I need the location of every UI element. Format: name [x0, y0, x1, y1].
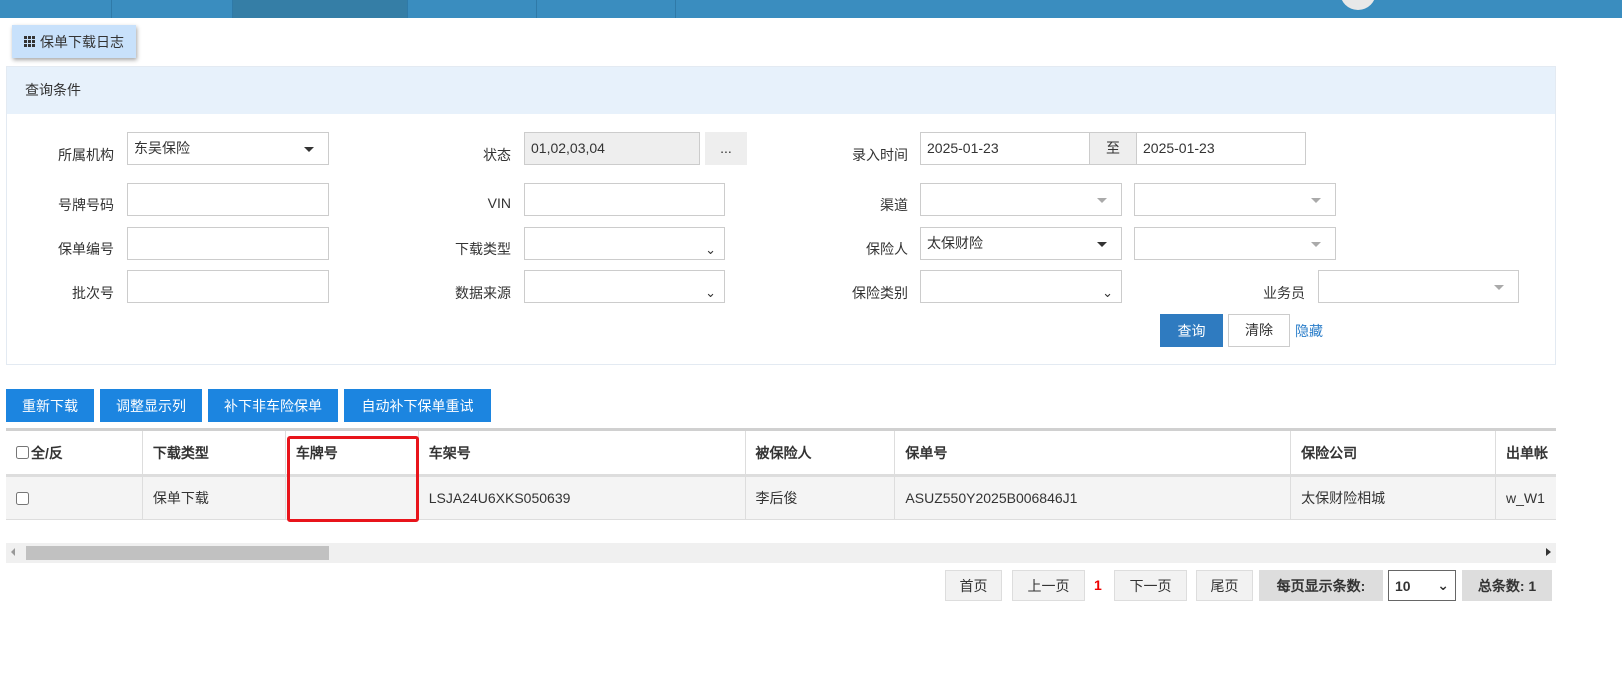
scrollbar-thumb[interactable]	[26, 546, 329, 560]
data-source-label: 数据来源	[455, 285, 511, 301]
policy-no-label: 保单编号	[58, 241, 114, 257]
horizontal-scrollbar[interactable]	[6, 543, 1556, 563]
user-avatar[interactable]	[1340, 0, 1376, 10]
status-input[interactable]: 01,02,03,04	[524, 132, 700, 165]
top-nav-bar	[0, 0, 1622, 18]
download-type-select[interactable]: ⌄	[524, 227, 725, 260]
select-all-header[interactable]: 全/反	[6, 431, 143, 474]
scroll-right-icon[interactable]	[1546, 548, 1551, 556]
dropdown-caret-icon	[1311, 198, 1321, 203]
auto-retry-button[interactable]: 自动补下保单重试	[344, 389, 491, 422]
chevron-down-icon: ⌄	[1437, 577, 1449, 593]
nav-tab[interactable]	[112, 0, 233, 18]
header-policy-no[interactable]: 保单号	[895, 431, 1292, 474]
salesman-label: 业务员	[1263, 285, 1305, 301]
query-panel-title: 查询条件	[7, 67, 1555, 114]
nav-tab-active[interactable]	[233, 0, 408, 18]
cell-company: 太保财险相城	[1291, 477, 1497, 519]
header-download-type[interactable]: 下载类型	[143, 431, 286, 474]
select-all-checkbox[interactable]	[16, 446, 29, 459]
page-tab[interactable]: 保单下载日志	[12, 25, 136, 58]
clear-button[interactable]: 清除	[1228, 314, 1290, 347]
cell-policy-no: ASUZ550Y2025B006846J1	[895, 477, 1292, 519]
row-checkbox-cell[interactable]	[6, 477, 143, 519]
insurer-label: 保险人	[866, 241, 908, 257]
search-button[interactable]: 查询	[1160, 314, 1223, 347]
dropdown-caret-icon	[1097, 242, 1107, 247]
insurance-type-label: 保险类别	[852, 285, 908, 301]
cell-download-type: 保单下载	[143, 477, 286, 519]
insurer-sub-select[interactable]	[1134, 227, 1336, 260]
salesman-select[interactable]	[1318, 270, 1519, 303]
nav-tab[interactable]	[537, 0, 676, 18]
entry-time-label: 录入时间	[852, 147, 908, 163]
table-row[interactable]: 保单下载 LSJA24U6XKS050639 李后俊 ASUZ550Y2025B…	[6, 477, 1556, 520]
plate-input[interactable]	[127, 183, 329, 216]
org-label: 所属机构	[58, 147, 114, 163]
hide-link[interactable]: 隐藏	[1295, 321, 1323, 341]
prev-page-button[interactable]: 上一页	[1012, 570, 1085, 601]
chevron-down-icon: ⌄	[705, 285, 716, 300]
download-type-label: 下载类型	[455, 241, 511, 257]
scroll-left-icon[interactable]	[11, 548, 15, 556]
dropdown-caret-icon	[1494, 285, 1504, 290]
first-page-button[interactable]: 首页	[945, 570, 1002, 601]
non-vehicle-download-button[interactable]: 补下非车险保单	[208, 389, 338, 422]
page-tab-label: 保单下载日志	[40, 33, 124, 50]
chevron-down-icon: ⌄	[705, 242, 716, 257]
adjust-columns-button[interactable]: 调整显示列	[100, 389, 202, 422]
header-issuer[interactable]: 出单帐	[1496, 431, 1556, 474]
date-from-input[interactable]: 2025-01-23	[920, 132, 1090, 165]
insurance-type-select[interactable]: ⌄	[920, 270, 1122, 303]
vin-input[interactable]	[524, 183, 725, 216]
current-page: 1	[1094, 577, 1102, 593]
nav-tab[interactable]	[0, 0, 112, 18]
dropdown-caret-icon	[1311, 242, 1321, 247]
chevron-down-icon: ⌄	[1102, 285, 1113, 300]
dropdown-caret-icon	[304, 147, 314, 152]
channel-sub-select[interactable]	[1134, 183, 1336, 216]
batch-input[interactable]	[127, 270, 329, 303]
channel-select[interactable]	[920, 183, 1122, 216]
date-to-input[interactable]: 2025-01-23	[1136, 132, 1306, 165]
cell-issuer: w_W1	[1506, 490, 1545, 506]
org-select[interactable]: 东吴保险	[127, 132, 329, 165]
redownload-button[interactable]: 重新下载	[6, 389, 94, 422]
next-page-button[interactable]: 下一页	[1114, 570, 1187, 601]
page-size-label: 每页显示条数:	[1259, 570, 1383, 601]
batch-label: 批次号	[72, 285, 114, 301]
header-company[interactable]: 保险公司	[1291, 431, 1497, 474]
channel-label: 渠道	[880, 197, 908, 213]
cell-insured: 李后俊	[746, 477, 896, 519]
policy-no-input[interactable]	[127, 227, 329, 260]
header-vin[interactable]: 车架号	[419, 431, 746, 474]
insurer-select[interactable]: 太保财险	[920, 227, 1122, 260]
date-separator: 至	[1089, 132, 1137, 165]
plate-label: 号牌号码	[58, 197, 114, 213]
vin-label: VIN	[487, 195, 511, 211]
status-label: 状态	[483, 147, 511, 163]
highlight-box	[287, 436, 419, 522]
last-page-button[interactable]: 尾页	[1196, 570, 1253, 601]
cell-vin: LSJA24U6XKS050639	[419, 477, 746, 519]
grid-icon	[24, 36, 35, 47]
total-count: 总条数: 1	[1462, 570, 1552, 601]
nav-tab[interactable]	[408, 0, 537, 18]
data-source-select[interactable]: ⌄	[524, 270, 725, 303]
status-more-button[interactable]: ...	[705, 132, 747, 165]
row-checkbox[interactable]	[16, 491, 29, 505]
page-size-select[interactable]: 10 ⌄	[1388, 570, 1456, 601]
dropdown-caret-icon	[1097, 198, 1107, 203]
header-insured[interactable]: 被保险人	[746, 431, 896, 474]
table-header-row: 全/反 下载类型 车牌号 车架号 被保险人 保单号 保险公司 出单帐	[6, 431, 1556, 477]
results-table: 全/反 下载类型 车牌号 车架号 被保险人 保单号 保险公司 出单帐 保单下载 …	[6, 428, 1556, 520]
